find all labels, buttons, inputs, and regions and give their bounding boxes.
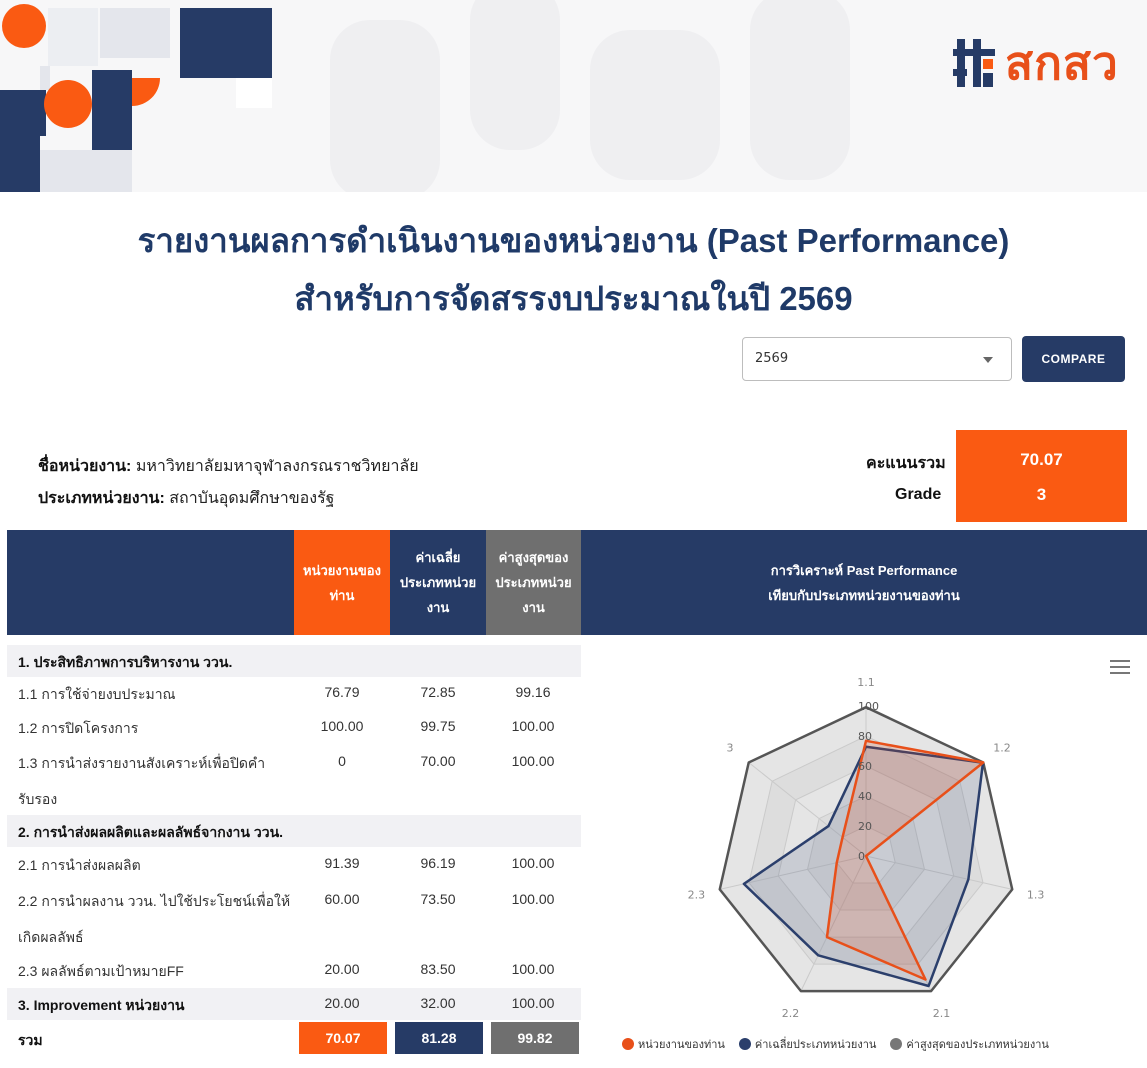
table-row-section: 3. Improvement หน่วยงาน — [18, 997, 185, 1013]
decorative-pattern — [0, 0, 280, 192]
table-row-section: 2. การนำส่งผลผลิตและผลลัพธ์จากงาน ววน. — [18, 824, 284, 840]
radar-tick-label: 0 — [858, 850, 865, 863]
cell-average: 99.75 — [420, 718, 456, 734]
org-type-line: ประเภทหน่วยงาน: สถาบันอุดมศึกษาของรัฐ — [38, 486, 335, 511]
year-select-value: 2569 — [755, 351, 789, 366]
header-banner: สกสว — [0, 0, 1147, 192]
cell-max: 100.00 — [511, 753, 555, 769]
cell-max: 100.00 — [511, 891, 555, 907]
total-yours: 70.07 — [299, 1022, 387, 1054]
cell-yours: 20.00 — [324, 961, 360, 977]
radar-chart: 0 20 40 60 80 100 1.1 1.2 1.3 2.1 2.2 2.3 3 — [688, 676, 1045, 1020]
page-title: รายงานผลการดำเนินงานของหน่วยงาน (Past Pe… — [137, 222, 1010, 259]
legend-label: หน่วยงานของท่าน — [638, 1038, 725, 1051]
org-name-line: ชื่อหน่วยงาน: มหาวิทยาลัยมหาจุฬาลงกรณราช… — [38, 454, 419, 479]
chart-legend: หน่วยงานของท่าน ค่าเฉลี่ยประเภทหน่วยงาน … — [622, 1035, 1049, 1053]
legend-item-average[interactable]: ค่าเฉลี่ยประเภทหน่วยงาน — [738, 1035, 877, 1053]
radar-category-label: 1.3 — [1027, 889, 1045, 902]
radar-category-label: 3 — [726, 742, 733, 755]
cell-average: 72.85 — [420, 684, 456, 700]
total-average: 81.28 — [395, 1022, 483, 1054]
cell-max: 100.00 — [511, 718, 555, 734]
radar-tick-label: 20 — [858, 820, 872, 833]
cell-yours: 100.00 — [320, 718, 364, 734]
radar-tick-label: 80 — [858, 730, 872, 743]
cell-yours: 76.79 — [324, 684, 360, 700]
brand-logo: สกสว — [953, 28, 1119, 98]
logo-text: สกสว — [1005, 36, 1119, 89]
org-type-value: สถาบันอุดมศึกษาของรัฐ — [169, 490, 335, 507]
radar-category-label: 2.1 — [933, 1007, 951, 1020]
score-box: 70.07 3 — [956, 430, 1127, 522]
org-name-value: มหาวิทยาลัยมหาจุฬาลงกรณราชวิทยาลัย — [135, 458, 419, 475]
radar-tick-label: 100 — [858, 700, 879, 713]
table-row-label: 2.3 ผลลัพธ์ตามเป้าหมายFF — [18, 963, 184, 979]
grade-label: Grade — [895, 486, 942, 503]
page-subtitle: สำหรับการจัดสรรงบประมาณในปี 2569 — [294, 280, 853, 317]
total-max: 99.82 — [491, 1022, 579, 1054]
org-type-label: ประเภทหน่วยงาน: — [38, 490, 165, 507]
total-score-label: คะแนนรวม — [866, 455, 946, 472]
radar-tick-label: 60 — [858, 760, 872, 773]
legend-item-yours[interactable]: หน่วยงานของท่าน — [622, 1035, 725, 1053]
table-row-label-cont: รับรอง — [18, 791, 58, 807]
cell-yours: 0 — [338, 753, 346, 769]
cell-yours: 20.00 — [324, 995, 360, 1011]
table-header-blank — [7, 530, 294, 635]
legend-dot-icon — [738, 1038, 751, 1050]
table-row-section: 1. ประสิทธิภาพการบริหารงาน ววน. — [18, 654, 233, 670]
logo-mark-icon — [953, 39, 995, 87]
cell-average: 73.50 — [420, 891, 456, 907]
header-max: ค่าสูงสุดของประเภทหน่วยงาน — [486, 530, 581, 635]
table-row-label: 1.2 การปิดโครงการ — [18, 720, 139, 736]
total-row-label: รวม — [18, 1032, 43, 1048]
chevron-down-icon — [983, 357, 993, 363]
grade-value: 3 — [1036, 485, 1047, 504]
header-analysis-line2: เทียบกับประเภทหน่วยงานของท่าน — [768, 587, 960, 603]
cell-max: 100.00 — [511, 855, 555, 871]
table-row-label: 1.3 การนำส่งรายงานสังเคราะห์เพื่อปิดคำ — [18, 755, 266, 771]
radar-category-label: 2.2 — [782, 1007, 800, 1020]
legend-dot-icon — [890, 1038, 903, 1050]
header-analysis: การวิเคราะห์ Past Performance เทียบกับปร… — [581, 530, 1147, 635]
radar-category-label: 1.1 — [857, 676, 875, 689]
header-average: ค่าเฉลี่ยประเภทหน่วยงาน — [390, 530, 486, 635]
table-row-label: 1.1 การใช้จ่ายงบประมาณ — [18, 686, 176, 702]
cell-average: 32.00 — [420, 995, 456, 1011]
radar-tick-label: 40 — [858, 790, 872, 803]
radar-category-label: 2.3 — [688, 889, 706, 902]
header-analysis-line1: การวิเคราะห์ Past Performance — [770, 562, 958, 578]
compare-button[interactable]: COMPARE — [1022, 336, 1125, 382]
cell-yours: 91.39 — [324, 855, 360, 871]
cell-max: 100.00 — [511, 995, 555, 1011]
cell-max: 99.16 — [515, 684, 551, 700]
table-row-label: 2.1 การนำส่งผลผลิต — [18, 857, 141, 873]
cell-average: 96.19 — [420, 855, 456, 871]
total-score-value: 70.07 — [1020, 450, 1063, 469]
legend-item-max[interactable]: ค่าสูงสุดของประเภทหน่วยงาน — [890, 1035, 1049, 1053]
year-select[interactable]: 2569 — [742, 337, 1012, 381]
table-row-label-cont: เกิดผลลัพธ์ — [18, 929, 84, 945]
cell-max: 100.00 — [511, 961, 555, 977]
cell-average: 70.00 — [420, 753, 456, 769]
legend-label: ค่าสูงสุดของประเภทหน่วยงาน — [906, 1038, 1049, 1051]
header-yours: หน่วยงานของท่าน — [294, 530, 390, 635]
legend-label: ค่าเฉลี่ยประเภทหน่วยงาน — [754, 1038, 877, 1051]
org-name-label: ชื่อหน่วยงาน: — [38, 458, 132, 475]
cell-yours: 60.00 — [324, 891, 360, 907]
table-row-label: 2.2 การนำผลงาน ววน. ไปใช้ประโยชน์เพื่อให… — [18, 893, 291, 909]
radar-category-label: 1.2 — [993, 742, 1011, 755]
legend-dot-icon — [622, 1038, 634, 1050]
cell-average: 83.50 — [420, 961, 456, 977]
